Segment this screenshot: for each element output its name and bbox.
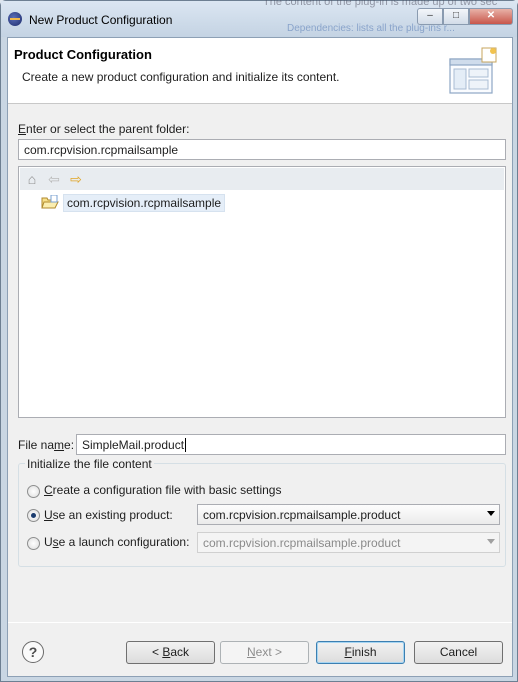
maximize-button[interactable]: □ bbox=[443, 8, 469, 25]
existing-product-combo[interactable]: com.rcpvision.rcpmailsample.product bbox=[197, 504, 500, 525]
tree-toolbar: ⌂ ⇦ ⇨ bbox=[20, 168, 504, 190]
page-description: Create a new product configuration and i… bbox=[22, 70, 340, 84]
forward-arrow-icon[interactable]: ⇨ bbox=[68, 171, 84, 187]
back-button[interactable]: < Back bbox=[126, 641, 215, 664]
background-window-text: The content of the plug-in is made up of… bbox=[263, 0, 498, 8]
home-icon[interactable]: ⌂ bbox=[24, 171, 40, 187]
cancel-button[interactable]: Cancel bbox=[414, 641, 503, 664]
close-button[interactable]: ✕ bbox=[469, 8, 513, 25]
footer-divider bbox=[8, 622, 512, 623]
minimize-button[interactable]: – bbox=[417, 8, 443, 25]
product-config-wizard-icon bbox=[449, 47, 497, 94]
dialog-window: The content of the plug-in is made up of… bbox=[0, 0, 518, 682]
help-icon[interactable]: ? bbox=[22, 641, 44, 663]
basic-settings-radio[interactable] bbox=[27, 485, 40, 498]
tree-item-label: com.rcpvision.rcpmailsample bbox=[63, 194, 226, 212]
parent-folder-label: Enter or select the parent folder: bbox=[18, 122, 190, 136]
file-name-label: File name: bbox=[18, 438, 75, 452]
wizard-header: Product Configuration Create a new produ… bbox=[8, 38, 512, 104]
finish-button[interactable]: Finish bbox=[316, 641, 405, 664]
window-title: New Product Configuration bbox=[29, 13, 173, 27]
page-title: Product Configuration bbox=[14, 47, 152, 62]
basic-settings-label[interactable]: Create a configuration file with basic s… bbox=[44, 483, 281, 497]
open-folder-icon bbox=[41, 195, 59, 209]
launch-config-radio[interactable] bbox=[27, 537, 40, 550]
folder-tree[interactable]: ⌂ ⇦ ⇨ com.rcpvision.rcpmailsample bbox=[18, 166, 506, 418]
title-bar[interactable]: The content of the plug-in is made up of… bbox=[1, 0, 517, 37]
chevron-down-icon bbox=[487, 511, 495, 516]
chevron-down-icon bbox=[487, 539, 495, 544]
back-arrow-icon[interactable]: ⇦ bbox=[46, 171, 62, 187]
existing-product-label[interactable]: Use an existing product: bbox=[44, 508, 173, 522]
launch-config-label[interactable]: Use a launch configuration: bbox=[44, 535, 189, 549]
next-button: Next > bbox=[220, 641, 309, 664]
file-name-input[interactable]: SimpleMail.product bbox=[76, 434, 506, 455]
launch-config-combo: com.rcpvision.rcpmailsample.product bbox=[197, 532, 500, 553]
eclipse-icon bbox=[8, 12, 22, 26]
group-title: Initialize the file content bbox=[25, 457, 154, 471]
dialog-client-area: Product Configuration Create a new produ… bbox=[7, 37, 513, 677]
existing-product-radio[interactable] bbox=[27, 509, 40, 522]
initialize-content-group: Initialize the file content Create a con… bbox=[18, 457, 506, 567]
parent-folder-input[interactable]: com.rcpvision.rcpmailsample bbox=[18, 139, 506, 160]
